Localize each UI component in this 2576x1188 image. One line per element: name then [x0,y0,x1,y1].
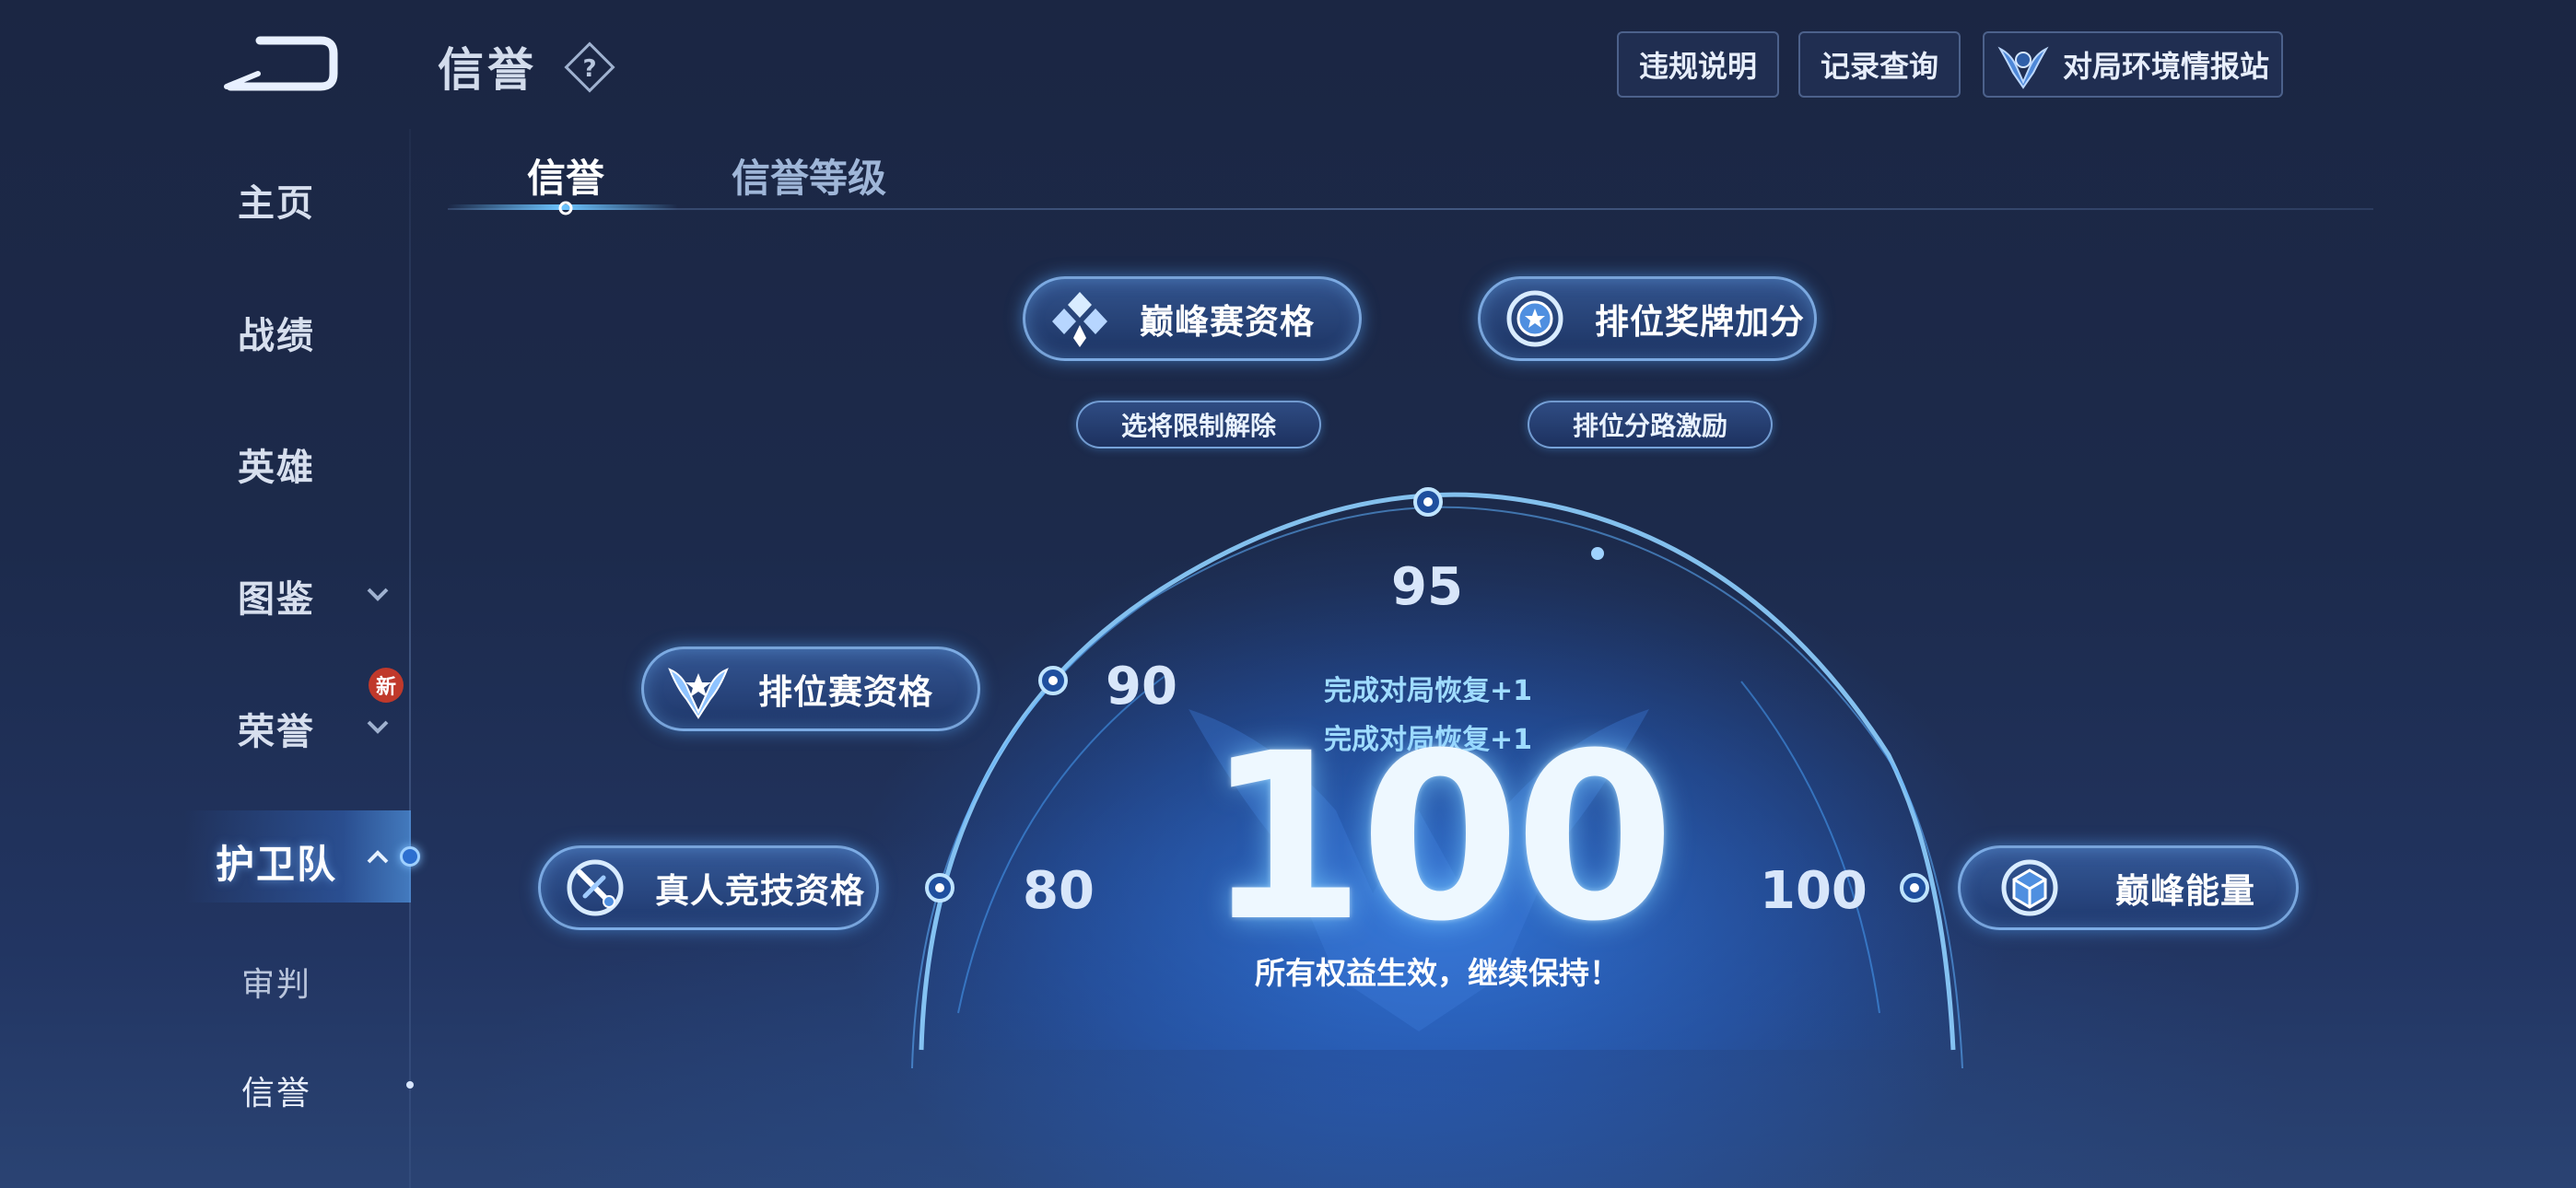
arc-sparkle [1591,547,1604,560]
pick-restriction-lift-pill[interactable]: 选将限制解除 [1076,401,1321,448]
new-badge: 新 [369,668,404,703]
ranked-qualification-label: 排位赛资格 [758,672,933,712]
real-player-qualification-label: 真人竞技资格 [655,871,865,911]
ranked-wing-star-icon [668,668,729,719]
sidebar-item-records[interactable]: 战绩 [184,306,369,359]
sidebar-subitem-credit[interactable]: 信誉 [184,1066,369,1114]
match-environment-label: 对局环境情报站 [2062,49,2269,84]
threshold-100: 100 [1760,861,1868,921]
tab-credit[interactable]: 信誉 [527,147,604,204]
svg-text:?: ? [582,55,596,83]
sidebar-divider [409,129,411,1188]
peak-diamond-icon [1052,292,1107,347]
node-95-icon [1413,487,1443,517]
sidebar-item-honor[interactable]: 荣誉 [184,702,369,755]
rank-medal-bonus-pill[interactable]: 排位奖牌加分 [1478,276,1817,361]
peak-energy-cube-icon [2001,859,2058,916]
page-title: 信誉 [438,43,537,97]
peak-qualification-pill[interactable]: 巅峰赛资格 [1023,276,1362,361]
threshold-90: 90 [1106,657,1177,716]
help-icon[interactable]: ? [564,41,615,93]
rank-medal-bonus-label: 排位奖牌加分 [1595,302,1805,342]
back-arrow-icon[interactable] [221,33,341,98]
node-90-icon [1038,666,1068,695]
chevron-up-icon[interactable] [366,849,390,866]
chevron-down-icon[interactable] [366,586,390,602]
sidebar-item-heroes[interactable]: 英雄 [184,437,369,491]
credit-status-text: 所有权益生效，继续保持！ [1255,955,1620,991]
active-nav-indicator [400,846,420,867]
rank-lane-incentive-pill[interactable]: 排位分路激励 [1528,401,1773,448]
peak-qualification-label: 巅峰赛资格 [1140,302,1315,342]
node-100-icon [1900,873,1929,903]
tab-divider [448,208,2373,210]
subitem-active-dot [406,1081,414,1089]
sidebar-item-codex[interactable]: 图鉴 [184,569,369,623]
star-medal-icon [1506,290,1563,347]
tab-credit-level[interactable]: 信誉等级 [732,147,886,204]
node-80-icon [925,873,954,903]
peak-energy-pill[interactable]: 巅峰能量 [1958,845,2299,930]
credit-score-value: 100 [1205,704,1675,972]
records-query-button[interactable]: 记录查询 [1798,31,1961,98]
sidebar-subitem-judgment[interactable]: 审判 [184,958,369,1006]
threshold-95: 95 [1391,557,1463,617]
recover-hint-1: 完成对局恢复+1 [1323,675,1532,707]
sidebar-item-home[interactable]: 主页 [184,173,369,227]
wing-emblem-icon [1997,46,2049,89]
match-environment-button[interactable]: 对局环境情报站 [1983,31,2283,98]
violation-info-button[interactable]: 违规说明 [1617,31,1779,98]
threshold-80: 80 [1023,861,1095,921]
tab-marker-icon [558,201,573,215]
sidebar-item-guard[interactable]: 护卫队 [184,833,369,890]
real-player-sword-icon [567,859,624,916]
real-player-qualification-pill[interactable]: 真人竞技资格 [538,845,879,930]
peak-energy-label: 巅峰能量 [2115,871,2255,911]
chevron-down-icon[interactable] [366,718,390,735]
ranked-qualification-pill[interactable]: 排位赛资格 [641,646,980,731]
